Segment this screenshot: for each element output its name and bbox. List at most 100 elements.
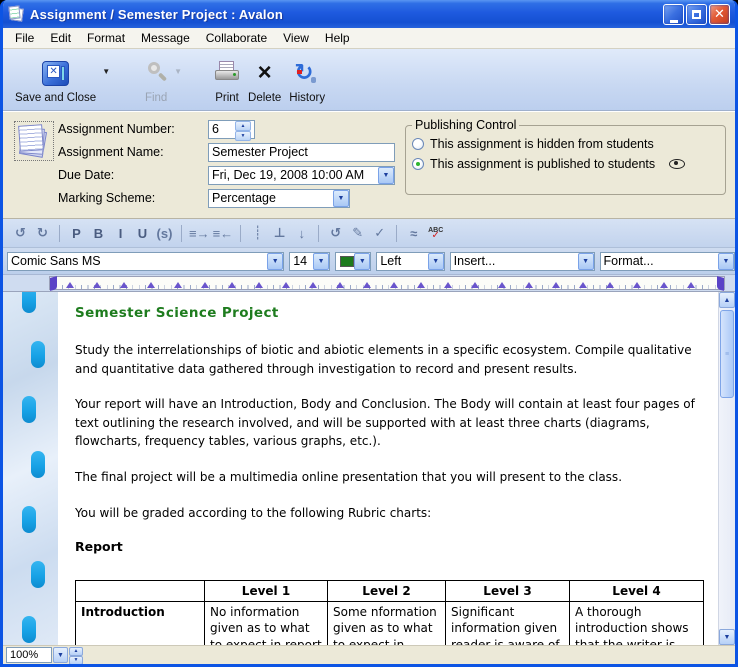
zoom-level-field[interactable]: 100% <box>6 647 52 663</box>
hidden-radio-button[interactable] <box>412 138 424 150</box>
maximize-button[interactable] <box>686 4 707 25</box>
assignment-name-input[interactable] <box>209 145 394 159</box>
menu-item-view[interactable]: View <box>275 29 317 47</box>
assignment-number-input[interactable] <box>209 122 235 136</box>
tab-stop-marker[interactable] <box>93 282 101 288</box>
tab-stop-marker[interactable] <box>336 282 344 288</box>
alignment-value: Left <box>380 254 427 268</box>
save-dropdown-arrow-icon[interactable]: ▼ <box>102 67 110 76</box>
zoom-dropdown-icon[interactable]: ▼ <box>53 647 68 663</box>
tab-stop-marker[interactable] <box>633 282 641 288</box>
font-size-combo[interactable]: 14 ▼ <box>289 252 330 271</box>
hidden-option-row[interactable]: This assignment is hidden from students <box>412 134 719 154</box>
close-button[interactable]: ✕ <box>709 4 730 25</box>
font-family-combo[interactable]: Comic Sans MS ▼ <box>7 252 284 271</box>
tab-stop-marker[interactable] <box>579 282 587 288</box>
zoom-down-icon[interactable]: ▼ <box>69 656 83 665</box>
tab-stop-marker[interactable] <box>147 282 155 288</box>
history-button[interactable]: ↻ History <box>285 53 329 106</box>
tab-stop-marker[interactable] <box>120 282 128 288</box>
tab-stop-marker[interactable] <box>471 282 479 288</box>
font-size-dropdown-icon[interactable]: ▼ <box>313 253 329 270</box>
tab-stop-marker[interactable] <box>66 282 74 288</box>
assignment-number-field[interactable]: ▲▼ <box>208 120 255 139</box>
strikethrough-icon[interactable]: (s) <box>155 226 174 241</box>
tab-stop-marker[interactable] <box>525 282 533 288</box>
plain-style-icon[interactable]: P <box>67 226 86 241</box>
scrollbar-thumb[interactable]: ≡ <box>720 310 734 398</box>
tab-stop-marker[interactable] <box>363 282 371 288</box>
spellcheck-icon[interactable]: ABC✓ <box>426 227 445 239</box>
tab-stop-marker[interactable] <box>201 282 209 288</box>
published-option-row[interactable]: This assignment is published to students <box>412 154 719 174</box>
tab-stop-marker[interactable] <box>309 282 317 288</box>
scroll-up-icon[interactable]: ▲ <box>719 292 735 308</box>
due-date-dropdown-icon[interactable]: ▼ <box>378 167 394 184</box>
indent-decrease-icon[interactable]: ≡← <box>213 226 234 241</box>
insert-combo[interactable]: Insert... ▼ <box>450 252 595 271</box>
menu-item-help[interactable]: Help <box>317 29 358 47</box>
indent-increase-icon[interactable]: ≡→ <box>189 226 210 241</box>
due-date-combo[interactable]: Fri, Dec 19, 2008 10:00 AM ▼ <box>208 166 395 185</box>
menu-item-edit[interactable]: Edit <box>42 29 79 47</box>
format-combo[interactable]: Format... ▼ <box>600 252 735 271</box>
tab-stop-marker[interactable] <box>660 282 668 288</box>
format-dropdown-icon[interactable]: ▼ <box>718 253 734 270</box>
revert-icon[interactable]: ↺ <box>326 225 345 241</box>
zoom-spinner[interactable]: ▲▼ <box>69 647 83 663</box>
save-icon: ✕ <box>42 61 69 86</box>
marking-scheme-combo[interactable]: Percentage ▼ <box>208 189 350 208</box>
document-editor[interactable]: Semester Science Project Study the inter… <box>58 292 718 645</box>
move-down-icon[interactable]: ↓ <box>292 226 311 241</box>
print-button[interactable]: Print <box>210 53 244 106</box>
signature-icon[interactable]: ≈ <box>404 226 423 241</box>
pencil-icon[interactable]: ✎ <box>348 225 367 241</box>
tab-stop-marker[interactable] <box>417 282 425 288</box>
minimize-button[interactable] <box>663 4 684 25</box>
tab-stop-marker[interactable] <box>552 282 560 288</box>
font-color-combo[interactable]: ▼ <box>335 252 371 271</box>
marking-scheme-dropdown-icon[interactable]: ▼ <box>333 190 349 207</box>
assignment-name-field[interactable] <box>208 143 395 162</box>
bold-icon[interactable]: B <box>89 226 108 241</box>
spin-up-icon[interactable]: ▲ <box>235 121 251 131</box>
tab-stop-marker[interactable] <box>444 282 452 288</box>
scroll-down-icon[interactable]: ▼ <box>719 629 735 645</box>
assignment-number-spinner[interactable]: ▲▼ <box>235 121 251 138</box>
spin-down-icon[interactable]: ▼ <box>235 131 251 141</box>
redo-icon[interactable]: ↻ <box>33 225 52 241</box>
tab-stop-marker[interactable] <box>282 282 290 288</box>
published-radio-button[interactable] <box>412 158 424 170</box>
tab-stop-icon[interactable]: ⊥ <box>270 225 289 241</box>
zoom-up-icon[interactable]: ▲ <box>69 647 83 656</box>
tab-stop-marker[interactable] <box>498 282 506 288</box>
alignment-combo[interactable]: Left ▼ <box>376 252 444 271</box>
menu-item-collaborate[interactable]: Collaborate <box>198 29 275 47</box>
font-color-dropdown-icon[interactable]: ▼ <box>354 253 370 270</box>
tab-stop-marker[interactable] <box>390 282 398 288</box>
alignment-dropdown-icon[interactable]: ▼ <box>428 253 444 270</box>
menu-item-message[interactable]: Message <box>133 29 198 47</box>
italic-icon[interactable]: I <box>111 226 130 241</box>
vertical-scrollbar[interactable]: ▲ ≡ ▼ <box>718 292 735 645</box>
tab-stop-marker[interactable] <box>228 282 236 288</box>
menu-item-file[interactable]: File <box>7 29 42 47</box>
insert-dropdown-icon[interactable]: ▼ <box>578 253 594 270</box>
tab-stop-marker[interactable] <box>687 282 695 288</box>
delete-button[interactable]: × Delete <box>244 53 285 106</box>
right-margin-marker[interactable] <box>717 276 724 291</box>
underline-icon[interactable]: U <box>133 226 152 241</box>
tab-stop-marker[interactable] <box>255 282 263 288</box>
find-button[interactable]: Find <box>140 53 172 106</box>
undo-icon[interactable]: ↺ <box>11 225 30 241</box>
find-dropdown-arrow-icon[interactable]: ▼ <box>174 67 182 76</box>
left-margin-marker[interactable] <box>50 276 57 291</box>
margin-marker-icon[interactable]: ┊ <box>248 225 267 241</box>
menu-item-format[interactable]: Format <box>79 29 133 47</box>
save-and-close-button[interactable]: ✕ Save and Close <box>11 53 100 106</box>
tab-stop-marker[interactable] <box>174 282 182 288</box>
accept-edit-icon[interactable]: ✓ <box>370 225 389 241</box>
ruler[interactable] <box>49 276 725 290</box>
tab-stop-marker[interactable] <box>606 282 614 288</box>
font-family-dropdown-icon[interactable]: ▼ <box>267 253 283 270</box>
